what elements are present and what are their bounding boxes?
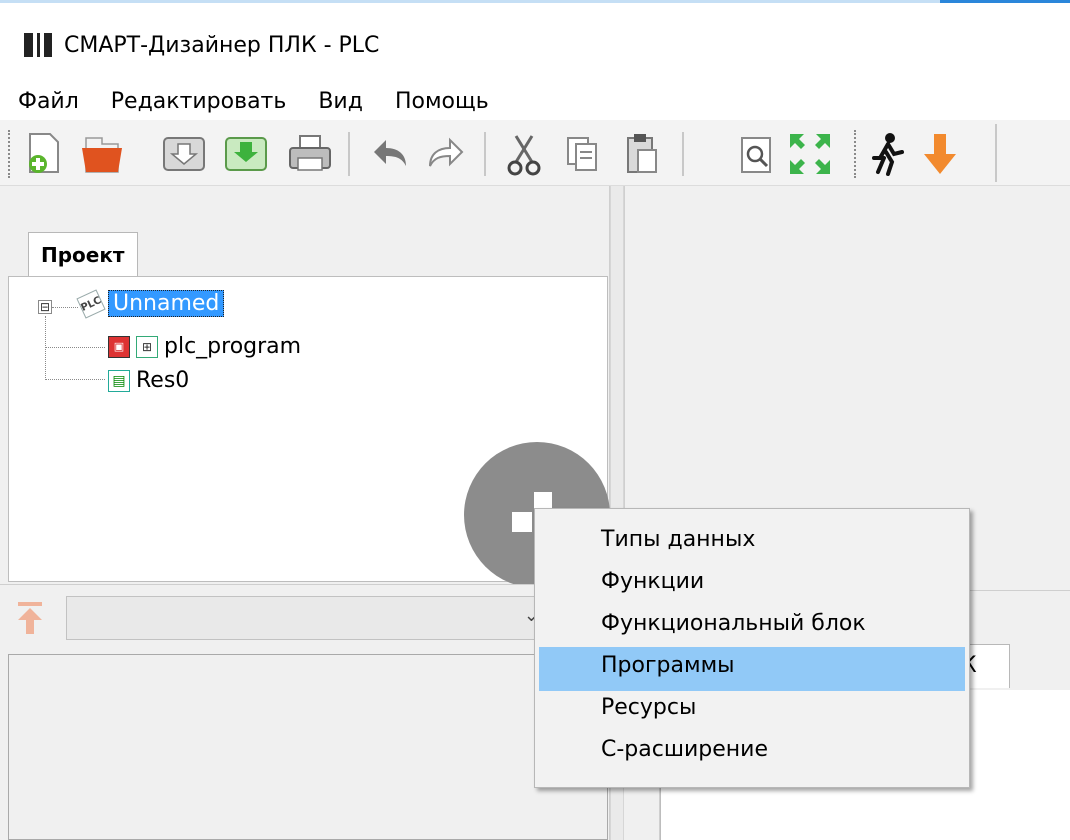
program-icon: ▣ [108, 335, 130, 358]
plc-icon: PLC [76, 288, 106, 319]
fullscreen-icon [790, 134, 830, 174]
toolbar-grip[interactable] [8, 130, 11, 178]
print-icon [289, 135, 331, 171]
main-toolbar [0, 120, 1070, 186]
tree-item-label: plc_program [164, 334, 302, 359]
ctx-item-resources[interactable]: Ресурсы [539, 689, 965, 733]
save-button[interactable] [162, 132, 206, 176]
menu-bar: Файл Редактировать Вид Помощь [0, 80, 1070, 122]
new-file-button[interactable] [22, 132, 66, 176]
toolbar-grip[interactable] [854, 130, 857, 178]
toolbar-separator [682, 132, 684, 176]
tab-project[interactable]: Проект [28, 232, 138, 276]
tab-project-label: Проект [41, 243, 125, 267]
context-menu: Типы данных Функции Функциональный блок … [534, 508, 970, 788]
run-icon [872, 133, 904, 176]
copy-button[interactable] [560, 132, 604, 176]
tree-collapse-toggle[interactable]: ⊟ [38, 300, 52, 314]
copy-icon [567, 137, 597, 171]
tree-item-root[interactable]: PLC Unnamed [76, 288, 225, 319]
menu-help[interactable]: Помощь [391, 87, 493, 116]
library-combo[interactable]: ⌄ [66, 596, 546, 640]
fullscreen-button[interactable] [788, 132, 832, 176]
ctx-item-c-extension[interactable]: С-расширение [539, 731, 965, 775]
tree-line [45, 316, 46, 380]
move-up-button[interactable] [10, 598, 50, 638]
resource-icon: ▤ [108, 369, 130, 392]
undo-icon [374, 140, 406, 166]
download-arrow-icon [924, 134, 956, 174]
window-top-border [0, 0, 1070, 4]
paste-button[interactable] [620, 132, 664, 176]
tree-line [52, 307, 78, 308]
window-title: СМАРТ-Дизайнер ПЛК - PLC [64, 32, 380, 58]
app-logo-icon [24, 33, 52, 57]
tree-line [45, 347, 105, 348]
ctx-item-function-block[interactable]: Функциональный блок [539, 605, 965, 649]
menu-file[interactable]: Файл [14, 87, 83, 116]
print-button[interactable] [288, 132, 332, 176]
ctx-item-functions[interactable]: Функции [539, 563, 965, 607]
open-button[interactable] [80, 132, 124, 176]
save-as-icon [225, 137, 267, 171]
tree-item-label: Res0 [136, 368, 190, 393]
busy-indicator-dot [512, 512, 532, 532]
tree-item-label: Unnamed [108, 290, 225, 317]
toolbar-end-separator [995, 124, 997, 182]
download-button[interactable] [918, 132, 962, 176]
search-icon [741, 137, 771, 173]
toolbar-separator [484, 132, 486, 176]
toolbar-separator [348, 132, 350, 176]
ctx-item-programs[interactable]: Программы [539, 647, 965, 691]
app-window: СМАРТ-Дизайнер ПЛК - PLC Файл Редактиров… [0, 0, 1070, 840]
save-as-button[interactable] [224, 132, 268, 176]
tree-item-res0[interactable]: ▤ Res0 [108, 368, 189, 393]
menu-view[interactable]: Вид [314, 87, 367, 116]
ctx-item-data-types[interactable]: Типы данных [539, 521, 965, 565]
tree-line [45, 379, 105, 380]
menu-edit[interactable]: Редактировать [107, 87, 291, 116]
redo-button[interactable] [424, 132, 468, 176]
arrow-up-icon [18, 602, 42, 634]
library-content [8, 654, 608, 840]
redo-icon [429, 137, 464, 167]
undo-button[interactable] [368, 132, 412, 176]
new-file-icon [29, 133, 59, 173]
cut-button[interactable] [502, 132, 546, 176]
save-icon [163, 137, 205, 171]
paste-icon [627, 134, 657, 173]
fbd-icon: ⊞ [136, 335, 158, 358]
run-button[interactable] [866, 132, 910, 176]
find-button[interactable] [736, 132, 780, 176]
tree-item-plc-program[interactable]: ▣ ⊞ plc_program [108, 334, 301, 359]
cut-icon [507, 135, 541, 176]
folder-icon [82, 137, 122, 173]
title-bar: СМАРТ-Дизайнер ПЛК - PLC [0, 20, 1070, 70]
